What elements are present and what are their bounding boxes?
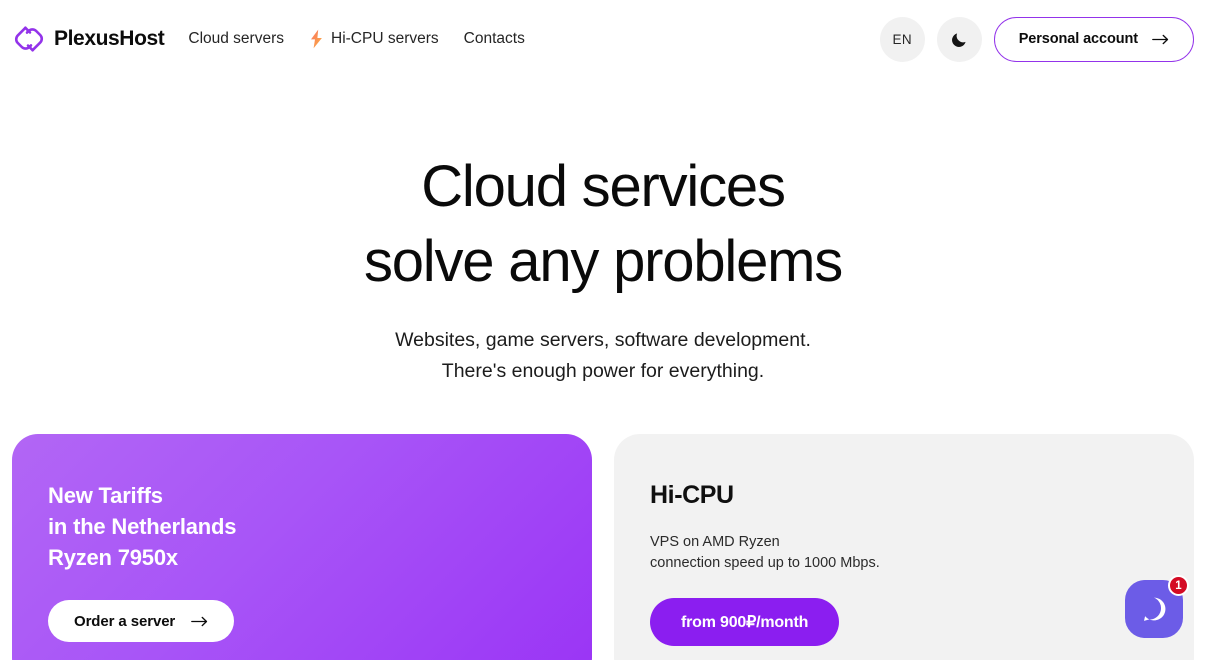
hi-cpu-price-label: from 900₽/month — [681, 614, 809, 632]
nav-item-hi-cpu-servers[interactable]: Hi-CPU servers — [309, 29, 439, 49]
nav-label-hi-cpu-servers: Hi-CPU servers — [331, 30, 439, 47]
personal-account-button[interactable]: Personal account — [993, 16, 1194, 62]
personal-account-label: Personal account — [1018, 31, 1138, 47]
promo-card-title-line-3: Ryzen 7950x — [48, 544, 178, 570]
promo-cards: New Tariffs in the Netherlands Ryzen 795… — [12, 434, 1194, 660]
chat-widget-surface: 1 — [1125, 575, 1189, 638]
main-navigation: Cloud servers Hi-CPU servers Contacts — [188, 29, 525, 49]
lightning-bolt-icon — [309, 29, 324, 49]
chat-widget-button[interactable]: 1 — [1125, 575, 1189, 638]
promo-card-title-line-1: New Tariffs — [48, 483, 163, 508]
promo-card-title-line-2: in the Netherlands — [48, 513, 237, 539]
brand-name: PlexusHost — [54, 27, 165, 50]
plexus-links-logo-icon — [12, 22, 46, 56]
hi-cpu-desc-line-1: VPS on AMD Ryzen — [650, 534, 780, 550]
hero-section: Cloud services solve any problems Websit… — [0, 78, 1206, 388]
nav-item-contacts[interactable]: Contacts — [464, 30, 525, 48]
promo-card-hi-cpu[interactable]: Hi-CPU VPS on AMD Ryzen connection speed… — [614, 434, 1194, 660]
chat-bubble-icon — [1138, 593, 1170, 625]
hi-cpu-card-description: VPS on AMD Ryzen connection speed up to … — [650, 532, 1194, 574]
order-a-server-label: Order a server — [74, 612, 176, 630]
order-a-server-button[interactable]: Order a server — [48, 600, 235, 643]
promo-card-title: New Tariffs in the Netherlands Ryzen 795… — [48, 481, 592, 573]
hero-title-line-1: Cloud services — [421, 154, 786, 219]
hero-subtitle: Websites, game servers, software develop… — [0, 325, 1206, 388]
language-switcher-button[interactable]: EN — [879, 16, 925, 62]
site-header: PlexusHost Cloud servers Hi-CPU servers — [0, 0, 1206, 78]
brand-logo-link[interactable]: PlexusHost — [12, 22, 165, 56]
hi-cpu-card-title: Hi-CPU — [650, 481, 734, 509]
nav-item-cloud-servers[interactable]: Cloud servers — [188, 30, 284, 48]
arrow-right-icon — [191, 616, 208, 627]
language-label: EN — [892, 31, 912, 47]
arrow-right-icon — [1152, 34, 1169, 45]
page-title: Cloud services solve any problems — [0, 150, 1206, 300]
hero-subtitle-line-2: There's enough power for everything. — [441, 360, 765, 383]
nav-label-contacts: Contacts — [463, 30, 525, 47]
dark-mode-toggle-button[interactable] — [936, 16, 982, 62]
hero-subtitle-line-1: Websites, game servers, software develop… — [395, 328, 811, 351]
moon-icon — [951, 31, 968, 48]
header-actions: EN Personal account — [879, 16, 1194, 62]
hi-cpu-price-button[interactable]: from 900₽/month — [650, 598, 840, 647]
hero-title-line-2: solve any problems — [363, 228, 843, 294]
nav-label-cloud-servers: Cloud servers — [188, 30, 284, 47]
hi-cpu-desc-line-2: connection speed up to 1000 Mbps. — [650, 555, 880, 572]
promo-card-new-tariffs[interactable]: New Tariffs in the Netherlands Ryzen 795… — [12, 434, 592, 660]
chat-unread-badge: 1 — [1168, 575, 1189, 596]
